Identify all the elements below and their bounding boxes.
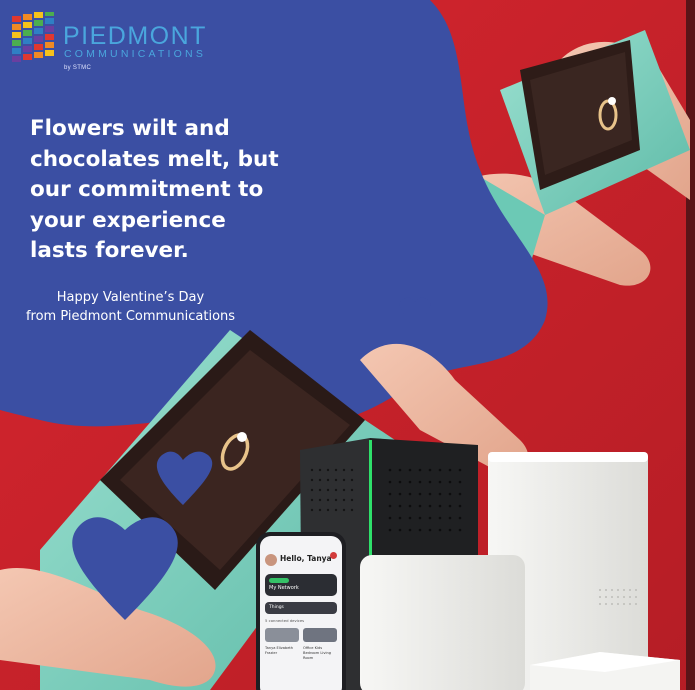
scene-illustration (0, 0, 695, 690)
logo-tile (45, 18, 54, 24)
card-left-text: Tanya Elizabeth Frazier (265, 646, 294, 655)
logo-tile (12, 32, 21, 38)
promo-canvas: PIEDMONT COMMUNICATIONS by STMC Flowers … (0, 0, 695, 690)
logo-tile (12, 56, 21, 62)
logo-tile (34, 20, 43, 26)
logo-tile (45, 50, 54, 56)
card-right-text: Office Kids Bedroom Living Room (303, 646, 332, 660)
logo-tile (34, 28, 43, 34)
headline-line: Flowers wilt and (30, 116, 230, 141)
notification-icon (330, 552, 337, 559)
headline-line: our commitment to (30, 177, 264, 202)
logo-tile (23, 38, 32, 44)
avatar (265, 554, 277, 566)
brand-byline: by STMC (64, 65, 92, 71)
brand-name: PIEDMONT (63, 22, 207, 50)
logo-tile (12, 48, 21, 54)
logo-tile (23, 30, 32, 36)
greeting-line: from Piedmont Communications (25, 309, 236, 324)
logo-tile (34, 36, 43, 42)
valentine-greeting: Happy Valentine’s Day from Piedmont Comm… (0, 288, 261, 326)
brand-subtitle: COMMUNICATIONS (64, 48, 207, 60)
logo-tile (12, 40, 21, 46)
logo-tile (34, 12, 43, 18)
network-label: My Network (269, 585, 299, 591)
logo-tile (23, 46, 32, 52)
device-thumb (303, 628, 337, 642)
headline-line: your experience (30, 207, 226, 233)
piedmont-logo-icon (12, 12, 54, 62)
logo-tile (23, 14, 32, 20)
logo-tile (34, 52, 43, 58)
things-card[interactable]: Things (265, 602, 337, 614)
devices-label: 5 connected devices (265, 618, 305, 623)
headline-line: chocolates melt, but (30, 146, 279, 172)
greeting-line: Happy Valentine’s Day (56, 290, 205, 305)
router-white-square (360, 555, 525, 690)
network-card[interactable]: My Network (265, 574, 337, 596)
phone-screen: Hello, Tanya My Network Things 5 connect… (260, 536, 342, 690)
things-label: Things (269, 605, 284, 610)
logo-tile (45, 34, 54, 40)
logo-tile (45, 26, 54, 32)
phone-mockup: Hello, Tanya My Network Things 5 connect… (256, 532, 346, 690)
logo-tile (34, 44, 43, 50)
phone-greeting: Hello, Tanya (280, 554, 332, 563)
logo-tile (12, 16, 21, 22)
headline: Flowers wilt and chocolates melt, but ou… (30, 114, 340, 267)
headline-line: lasts forever. (30, 238, 189, 263)
device-thumb (265, 628, 299, 642)
logo-tile (23, 54, 32, 60)
logo-tile (23, 22, 32, 28)
logo-tile (12, 24, 21, 30)
logo-tile (45, 12, 54, 16)
logo-tile (45, 42, 54, 48)
